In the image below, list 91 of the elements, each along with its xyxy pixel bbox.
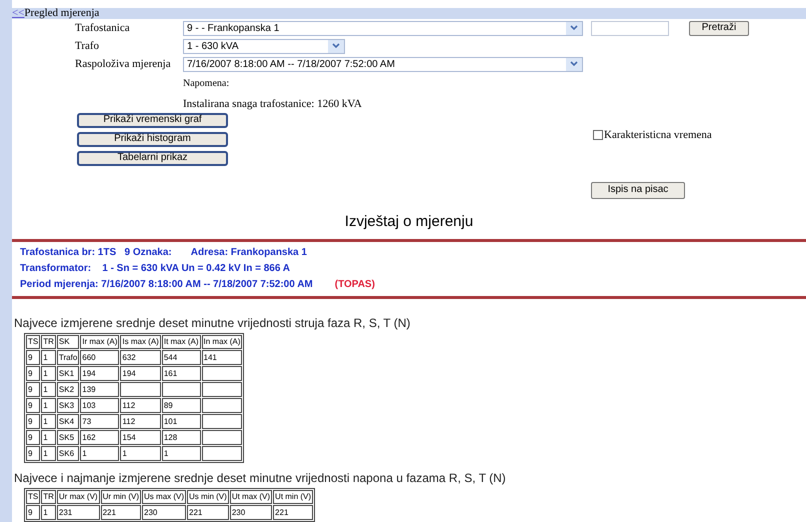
table-cell: 230 [230,505,272,520]
source-tag: (TOPAS) [334,277,375,293]
table-cell: 1 [41,505,56,520]
column-header: TS [26,490,40,504]
table-cell: 9 [26,414,40,429]
table-cell: Trafo [56,350,80,365]
table-cell: 1 [162,446,201,461]
table-cell: SK5 [56,430,80,445]
table-cell: 1 [120,446,161,461]
column-header: Ur max (V) [56,490,100,504]
table-cell [120,382,161,397]
table-cell: 112 [120,398,161,413]
table-cell: 9 [26,505,40,520]
table-cell: 1 [41,350,56,365]
table-cell: 112 [120,414,161,429]
field-label: Trafostanica [75,20,131,36]
table-cell: 128 [162,430,201,445]
table-cell: 154 [120,430,161,445]
table-cell: 1 [41,446,56,461]
table-cell: 89 [162,398,201,413]
table-cell: 9 [26,382,40,397]
table-cell: 221 [100,505,142,520]
table-cell: 162 [80,430,120,445]
note-label: Napomena: [183,77,230,91]
table-cell: 221 [187,505,229,520]
table-cell: 9 [26,398,40,413]
table-cell [162,382,201,397]
field-label: Raspoloživa mjerenja [75,56,172,72]
table-cell: 632 [120,350,161,365]
dropdown[interactable]: 9 - - Frankopanska 1 [183,20,583,36]
table-cell: 194 [80,366,120,381]
table-cell: SK2 [56,382,80,397]
search-field[interactable] [591,20,669,36]
table-cell: 1 [41,382,56,397]
table-cell: SK4 [56,414,80,429]
checkbox-label: Karakteristicna vremena [604,128,712,143]
table-cell: 1 [80,446,120,461]
table-cell: 660 [80,350,120,365]
table-cell: 101 [162,414,201,429]
table-cell: SK6 [56,446,80,461]
column-header: Us min (V) [187,490,229,504]
table-cell: SK1 [56,366,80,381]
column-header: In max (A) [202,335,242,349]
checkbox[interactable] [593,130,603,140]
table-cell: 9 [26,430,40,445]
table-cell: 161 [162,366,201,381]
table-cell: 230 [142,505,186,520]
table-cell: SK3 [56,398,80,413]
table-cell: 9 [26,350,40,365]
section-heading: Najvece i najmanje izmjerene srednje deset minutne vrijednosti napona u fazama R, S, T (N) [14,470,507,487]
info-line: Period mjerenja: 7/16/2007 8:18:00 AM -- 7/18/2007 7:52:00 AM [20,278,313,292]
table-cell: 544 [162,350,201,365]
column-header: Ur min (V) [100,490,142,504]
table-cell: 139 [80,382,120,397]
section-heading: Najvece izmjerene srednje deset minutne vrijednosti struja faza R, S, T (N) [14,315,412,332]
column-header: Ut min (V) [273,490,314,504]
table-cell: 141 [202,350,242,365]
column-header: TR [41,490,56,504]
info-line: Trafostanica br: 1TS 9 Oznaka: Adresa: Frankopanska 1 [20,246,307,260]
column-header: Ir max (A) [80,335,120,349]
table-cell: 73 [80,414,120,429]
info-line: Transformator: 1 - Sn = 630 kVA Un = 0.42 kV In = 866 A [20,262,290,276]
dropdown[interactable]: 1 - 630 kVA [183,38,345,54]
table-cell: 1 [41,398,56,413]
table-cell: 1 [41,430,56,445]
table-cell: 194 [120,366,161,381]
column-header: SK [56,335,80,349]
dropdown[interactable]: 7/16/2007 8:18:00 AM -- 7/18/2007 7:52:00 AM [183,56,583,72]
table-cell: 231 [56,505,100,520]
table-cell: 1 [41,366,56,381]
table-cell: 9 [26,366,40,381]
column-header: Ut max (V) [230,490,272,504]
back-link[interactable]: << [12,8,24,19]
table-cell: 9 [26,446,40,461]
table-cell: 1 [41,414,56,429]
search-button[interactable]: Pretraži [689,20,749,36]
column-header: Is max (A) [120,335,161,349]
table-cell: 221 [273,505,314,520]
column-header: It max (A) [162,335,201,349]
column-header: Us max (V) [142,490,186,504]
print-button[interactable]: Ispis na pisac [591,182,685,198]
action-button[interactable]: Prikaži vremenski graf [77,112,228,128]
action-button[interactable]: Prikaži histogram [77,132,228,146]
column-header: TR [41,335,56,349]
column-header: TS [26,335,40,349]
action-button[interactable]: Tabelarni prikaz [77,150,228,166]
installed-power-text: Instalirana snaga trafostanice: 1260 kVA [183,97,363,112]
field-label: Trafo [75,38,100,54]
report-title: Izvještaj o mjerenju [344,212,474,232]
page-title: Pregled mjerenja [24,8,100,19]
table-cell: 103 [80,398,120,413]
